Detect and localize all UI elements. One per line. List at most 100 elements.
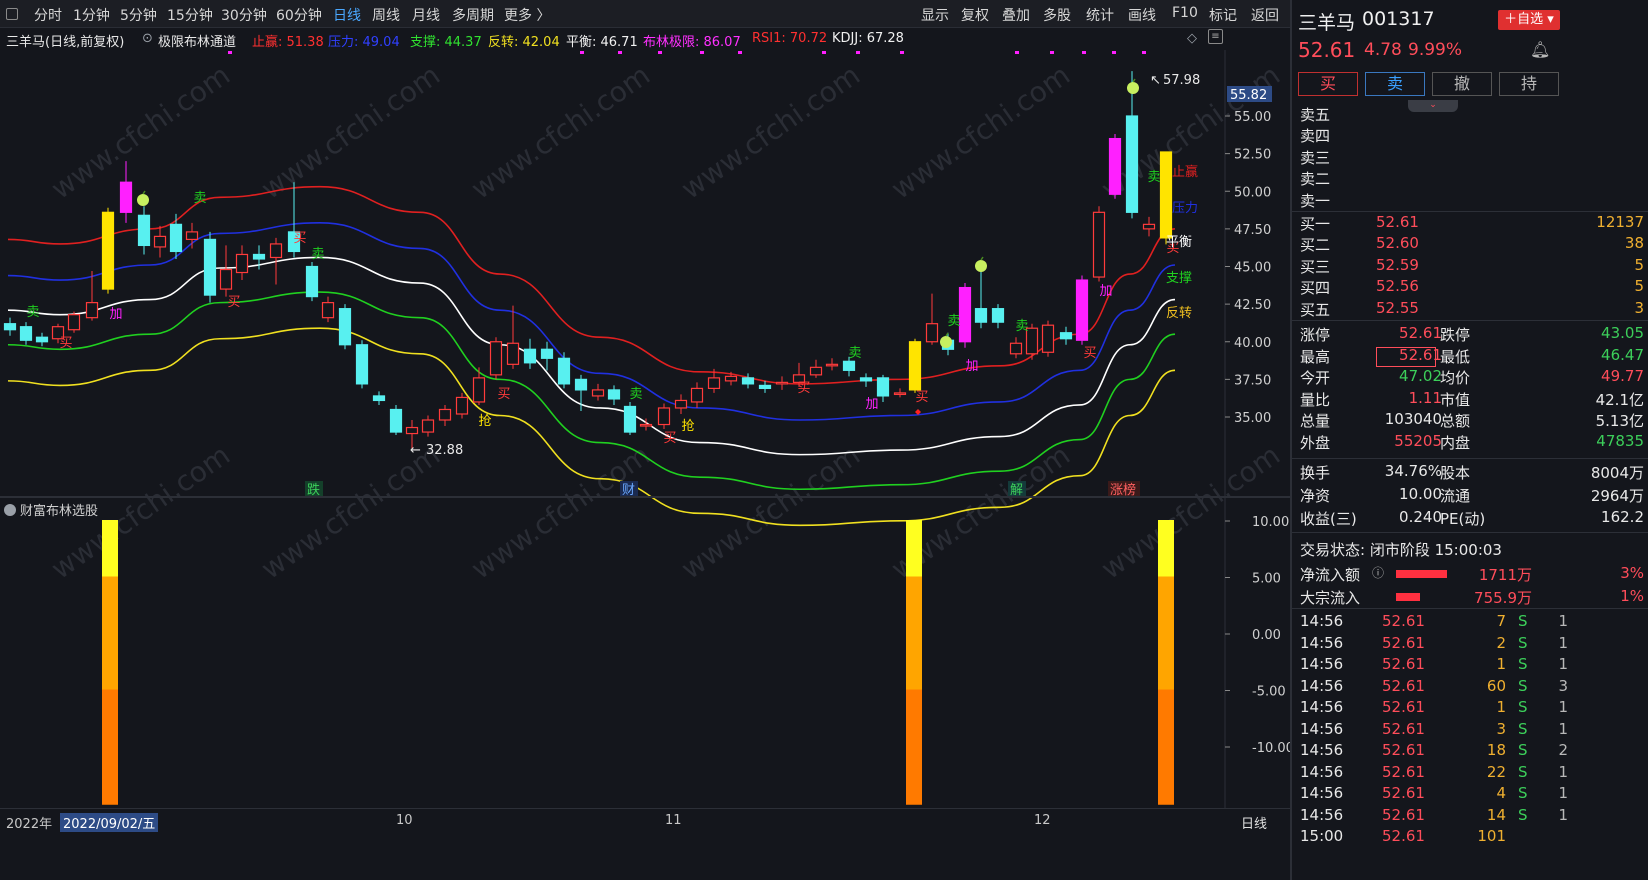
pane-divider[interactable]	[0, 496, 1290, 498]
stat-label: 流通	[1440, 487, 1471, 505]
ask-row[interactable]: 卖一	[1300, 190, 1644, 211]
signal-dot	[700, 51, 704, 54]
tick-row[interactable]: 14:56 52.61 4 S 1	[1300, 784, 1648, 805]
tick-row[interactable]: 14:56 52.61 7 S 1	[1300, 612, 1648, 633]
holdings-button[interactable]: 持	[1499, 72, 1559, 96]
tick-row[interactable]: 14:56 52.61 2 S 1	[1300, 634, 1648, 655]
ask-row[interactable]: 卖四	[1300, 125, 1644, 146]
bid-row[interactable]: 买二 52.60 38	[1300, 234, 1644, 255]
tick-volume: 1	[1496, 698, 1506, 716]
bid-row[interactable]: 买三 52.59 5	[1300, 256, 1644, 277]
sell-button[interactable]: 卖	[1365, 72, 1425, 96]
tick-row[interactable]: 14:56 52.61 14 S 1	[1300, 806, 1648, 827]
x-month-10: 10	[396, 813, 413, 828]
stat-label: 今开	[1300, 369, 1331, 388]
candle-body	[3, 323, 17, 331]
x-month-12: 12	[1034, 813, 1051, 828]
bid-price: 52.56	[1376, 277, 1419, 296]
tick-row[interactable]: 14:56 52.61 22 S 1	[1300, 763, 1648, 784]
ask-row[interactable]: 卖二	[1300, 168, 1644, 189]
bid-price: 52.55	[1376, 298, 1419, 317]
stats-row: 量比 1.11 市值 42.1亿	[1300, 389, 1644, 410]
stat-value: 49.77	[1601, 367, 1644, 386]
watermark-text: www.cfchi.com	[255, 438, 446, 585]
high-value-box	[1376, 347, 1436, 367]
candle-body	[389, 408, 403, 433]
signal-dot	[1082, 51, 1086, 54]
tick-volume: 2	[1496, 633, 1506, 652]
candle-body	[355, 344, 369, 385]
toggle-icon[interactable]	[4, 504, 16, 516]
bid-row[interactable]: 买一 52.61 12137	[1300, 213, 1644, 234]
flow-bar	[1396, 570, 1447, 578]
sub-signal-bar	[102, 689, 118, 805]
bid-price: 52.61	[1376, 213, 1419, 231]
candle-body	[252, 253, 266, 260]
signal-label: 买	[497, 387, 510, 402]
tick-row[interactable]: 14:56 52.61 1 S 1	[1300, 655, 1648, 676]
tick-row[interactable]: 15:00 52.61 101	[1300, 827, 1648, 848]
candle-body	[235, 253, 249, 274]
stat-value: 47835	[1596, 432, 1644, 450]
candle-body	[185, 231, 199, 241]
signal-label: 买	[227, 295, 240, 310]
signal-dot	[1015, 51, 1019, 54]
sub-tick: -5.00	[1252, 685, 1286, 700]
signal-dot	[580, 51, 584, 54]
cancel-order-button[interactable]: 撤	[1432, 72, 1492, 96]
bell-icon[interactable]: 🔔︎	[1530, 40, 1550, 59]
stat-value: 0.240	[1399, 508, 1442, 526]
tick-count: 1	[1558, 633, 1568, 652]
stat-label: 最高	[1300, 347, 1331, 366]
stats-divider	[1292, 320, 1648, 321]
bid-row[interactable]: 买四 52.56 5	[1300, 277, 1644, 298]
candle-body	[741, 377, 755, 385]
stat-value: 55205	[1394, 432, 1442, 450]
price-tick: 40.00	[1234, 336, 1271, 351]
flow-row: 大宗流入 755.9万 1%	[1300, 587, 1644, 608]
ask-row[interactable]: 卖三	[1300, 147, 1644, 168]
candle-body	[657, 407, 671, 426]
bid-row[interactable]: 买五 52.55 3	[1300, 299, 1644, 320]
bid-price: 52.59	[1376, 255, 1419, 274]
flow-row: 净流入额 ⓘ 1711万 3%	[1300, 564, 1644, 585]
stats2-row: 净资 10.00 流通 2964万	[1300, 485, 1644, 506]
candle-body	[1059, 332, 1073, 340]
stat-value: 1.11	[1408, 388, 1442, 407]
ask-label: 卖四	[1300, 127, 1331, 146]
tick-row[interactable]: 14:56 52.61 1 S 1	[1300, 698, 1648, 719]
sub-indicator-label[interactable]: 财富布林选股	[4, 500, 98, 519]
tick-row[interactable]: 14:56 52.61 60 S 3	[1300, 677, 1648, 698]
signal-label: 买	[293, 231, 306, 246]
signal-label: 加	[1099, 284, 1112, 299]
tick-side: S	[1518, 676, 1528, 695]
tick-side: S	[1518, 612, 1528, 630]
tick-volume: 18	[1486, 741, 1506, 759]
candle-body	[991, 308, 1005, 323]
sub-signal-bar-top	[906, 520, 922, 577]
tick-row[interactable]: 14:56 52.61 18 S 2	[1300, 741, 1648, 762]
signal-dot	[822, 51, 826, 54]
candle-body	[623, 405, 637, 433]
info-icon[interactable]: ⓘ	[1372, 564, 1384, 581]
price-tick: 42.50	[1234, 298, 1271, 313]
chart-canvas[interactable]: www.cfchi.comwww.cfchi.comwww.cfchi.comw…	[0, 0, 1290, 880]
candle-body	[540, 348, 554, 359]
candle-body	[859, 377, 873, 382]
signal-label: 加	[965, 359, 978, 374]
price-tick: 50.00	[1234, 185, 1271, 200]
stats-row: 最高 52.61 最低 46.47	[1300, 346, 1644, 367]
stat-value: 5.13亿	[1595, 412, 1644, 431]
buy-button[interactable]: 买	[1298, 72, 1358, 96]
book-divider	[1292, 211, 1648, 212]
add-watchlist-button[interactable]: ＋自选 ▾	[1498, 10, 1560, 30]
stat-label: 跌停	[1440, 326, 1471, 344]
candle-body	[1075, 279, 1089, 341]
candle-body	[1125, 115, 1139, 213]
sub-signal-bar	[1158, 576, 1174, 690]
high-label: 57.98	[1163, 73, 1200, 88]
candle-body	[1009, 342, 1023, 355]
ask-row[interactable]: 卖五	[1300, 104, 1644, 125]
tick-row[interactable]: 14:56 52.61 3 S 1	[1300, 720, 1648, 741]
candle-body	[1092, 211, 1106, 278]
